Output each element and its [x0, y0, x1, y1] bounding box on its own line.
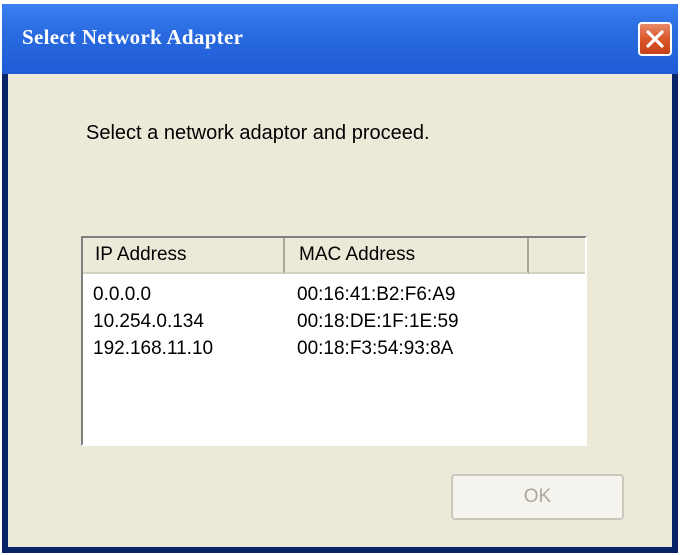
list-item[interactable]: 192.168.11.10 00:18:F3:54:93:8A	[83, 338, 585, 362]
dialog-body: Select a network adaptor and proceed. IP…	[8, 74, 672, 547]
list-item[interactable]: 10.254.0.134 00:18:DE:1F:1E:59	[83, 311, 585, 335]
ip-address-cell: 10.254.0.134	[93, 311, 204, 332]
column-header-ip[interactable]: IP Address	[83, 238, 285, 274]
title-bar[interactable]: Select Network Adapter	[2, 4, 678, 74]
mac-address-cell: 00:18:F3:54:93:8A	[297, 338, 454, 359]
dialog-window: Select Network Adapter Select a network …	[2, 4, 678, 553]
close-button[interactable]	[638, 22, 672, 56]
adapter-list[interactable]: IP Address MAC Address 0.0.0.0 00:16:41:…	[81, 236, 587, 446]
ok-button[interactable]: OK	[451, 474, 624, 520]
close-icon	[646, 30, 664, 48]
list-header: IP Address MAC Address	[83, 238, 585, 274]
column-header-empty[interactable]	[529, 238, 585, 274]
mac-address-cell: 00:16:41:B2:F6:A9	[297, 284, 456, 305]
ip-address-cell: 192.168.11.10	[93, 338, 214, 359]
column-header-mac[interactable]: MAC Address	[285, 238, 529, 274]
instruction-text: Select a network adaptor and proceed.	[86, 122, 430, 144]
mac-address-cell: 00:18:DE:1F:1E:59	[297, 311, 459, 332]
ip-address-cell: 0.0.0.0	[93, 284, 152, 305]
window-title: Select Network Adapter	[22, 25, 244, 49]
list-item[interactable]: 0.0.0.0 00:16:41:B2:F6:A9	[83, 284, 585, 308]
